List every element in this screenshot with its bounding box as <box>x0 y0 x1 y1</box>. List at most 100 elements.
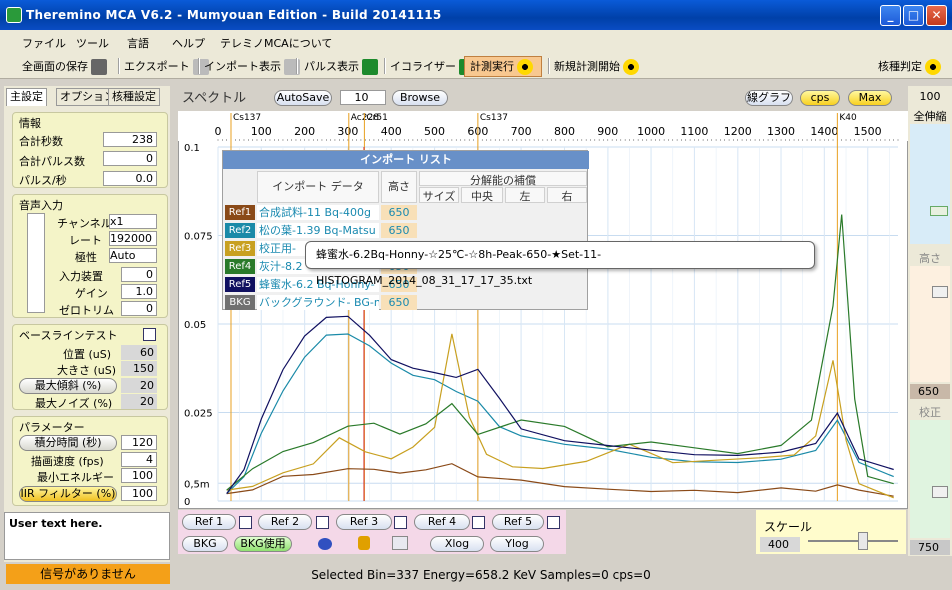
scale-slider-thumb[interactable] <box>858 532 868 550</box>
export-button[interactable]: エクスポート <box>124 57 209 76</box>
ref5-checkbox[interactable] <box>547 516 560 529</box>
rate-value[interactable]: 192000 <box>109 231 157 246</box>
ref2-button[interactable]: Ref 2 <box>258 514 312 530</box>
ylog-button[interactable]: Ylog <box>490 536 544 552</box>
import-view-button[interactable]: インポート表示 <box>204 57 300 76</box>
col-size: サイズ <box>419 187 459 203</box>
ref4-checkbox[interactable] <box>472 516 485 529</box>
ref5-button[interactable]: Ref 5 <box>492 514 544 530</box>
bkg-use-button[interactable]: BKG使用 <box>234 536 292 552</box>
x-tick-label: 100 <box>251 125 272 138</box>
ref-tag[interactable]: BKG <box>225 295 255 310</box>
menu-tools[interactable]: ツール <box>76 35 109 51</box>
integ-value[interactable]: 120 <box>121 435 157 450</box>
maximize-button[interactable]: □ <box>903 5 924 26</box>
new-measure-button[interactable]: 新規計測開始 <box>554 57 639 76</box>
close-button[interactable]: ✕ <box>926 5 947 26</box>
height-slider[interactable] <box>910 266 950 382</box>
max-slope-button[interactable]: 最大傾斜 (%) <box>19 378 117 394</box>
equalizer-button[interactable]: イコライザー <box>390 57 475 76</box>
calib-slider[interactable] <box>910 420 950 538</box>
x-tick-label: 0 <box>215 125 222 138</box>
radiation-icon <box>925 59 941 75</box>
scale-slider-track[interactable] <box>808 540 898 542</box>
ref1-checkbox[interactable] <box>239 516 252 529</box>
x-tick-label: 300 <box>337 125 358 138</box>
x-tick-label: 800 <box>554 125 575 138</box>
pps-label: パルス/秒 <box>19 174 67 187</box>
spectrum-title: スペクトル <box>182 91 247 106</box>
ref1-button[interactable]: Ref 1 <box>182 514 236 530</box>
polarity-label: 極性 <box>75 251 97 264</box>
pps-value: 0.0 <box>103 171 157 186</box>
ref2-checkbox[interactable] <box>316 516 329 529</box>
xlog-button[interactable]: Xlog <box>430 536 484 552</box>
iir-filter-button[interactable]: IIR フィルター (%) <box>19 486 117 502</box>
menu-file[interactable]: ファイル <box>22 35 66 51</box>
paw-icon[interactable] <box>318 538 332 550</box>
channel-value[interactable]: x1 <box>109 214 157 229</box>
integ-time-button[interactable]: 積分時間 (秒) <box>19 435 117 451</box>
pos-value[interactable]: 60 <box>121 345 157 360</box>
zoom-slider-thumb[interactable] <box>930 206 948 216</box>
slope-value[interactable]: 20 <box>121 378 157 393</box>
menu-help[interactable]: ヘルプ <box>172 35 205 51</box>
fps-value[interactable]: 4 <box>121 452 157 467</box>
ref-height[interactable]: 650 <box>381 223 417 238</box>
toolbar: 全画面の保存 エクスポート インポート表示 パルス表示 イコライザー 計測実行 … <box>0 54 952 79</box>
size-value[interactable]: 150 <box>121 361 157 376</box>
min-energy-value[interactable]: 100 <box>121 468 157 483</box>
ref3-checkbox[interactable] <box>394 516 407 529</box>
tab-nuclide[interactable]: 核種設定 <box>108 88 160 106</box>
iir-value[interactable]: 100 <box>121 486 157 501</box>
nuclide-id-button[interactable]: 核種判定 <box>878 57 941 76</box>
audio-group: 音声入力 チャンネル x1 レート 192000 極性 Auto 入力装置 0 … <box>12 194 168 318</box>
browse-button[interactable]: Browse <box>392 90 448 106</box>
lock-icon[interactable] <box>358 536 370 550</box>
title-bar: Theremino MCA V6.2 - Mumyouan Edition - … <box>0 0 952 30</box>
ref4-button[interactable]: Ref 4 <box>414 514 470 530</box>
save-screen-button[interactable]: 全画面の保存 <box>22 57 107 76</box>
ref-tag[interactable]: Ref5 <box>225 277 255 292</box>
ref-tag[interactable]: Ref3 <box>225 241 255 256</box>
ref-tag[interactable]: Ref4 <box>225 259 255 274</box>
line-graph-button[interactable]: 線グラフ <box>745 90 793 106</box>
pulse-view-button[interactable]: パルス表示 <box>304 57 378 76</box>
polarity-value[interactable]: Auto <box>109 248 157 263</box>
ref3-button[interactable]: Ref 3 <box>336 514 392 530</box>
device-value[interactable]: 0 <box>121 267 157 282</box>
bkg-button[interactable]: BKG <box>182 536 228 552</box>
col-compensation: 分解能の補償 <box>419 171 587 187</box>
autosave-interval[interactable]: 10 <box>340 90 386 105</box>
series-line <box>226 463 894 497</box>
info-group: 情報 合計秒数 238 合計パルス数 0 パルス/秒 0.0 <box>12 112 168 188</box>
ref-height[interactable]: 650 <box>381 295 417 310</box>
x-tick-label: 400 <box>381 125 402 138</box>
col-left: 左 <box>505 187 545 203</box>
zero-trim-value[interactable]: 0 <box>121 301 157 316</box>
noise-value[interactable]: 20 <box>121 394 157 409</box>
cps-button[interactable]: cps <box>800 90 840 106</box>
ref-name[interactable]: バックグラウンド- BG-n <box>257 295 379 310</box>
gain-value[interactable]: 1.0 <box>121 284 157 299</box>
calib-slider-thumb[interactable] <box>932 486 948 498</box>
user-text-area[interactable]: User text here. <box>4 512 170 560</box>
ref-tag[interactable]: Ref2 <box>225 223 255 238</box>
baseline-checkbox[interactable] <box>143 328 156 341</box>
ref-name[interactable]: 松の葉-1.39 Bq-Matsu <box>257 223 379 238</box>
ref-tag[interactable]: Ref1 <box>225 205 255 220</box>
calendar-icon[interactable] <box>392 536 408 550</box>
ref-height[interactable]: 650 <box>381 205 417 220</box>
menu-about[interactable]: テレミノMCAについて <box>220 35 332 51</box>
minimize-button[interactable]: _ <box>880 5 901 26</box>
zoom-slider[interactable] <box>910 124 950 244</box>
max-button[interactable]: Max <box>848 90 892 106</box>
autosave-button[interactable]: AutoSave <box>274 90 332 106</box>
window-title: Theremino MCA V6.2 - Mumyouan Edition - … <box>26 8 442 22</box>
run-measure-button[interactable]: 計測実行 <box>470 57 533 76</box>
scale-box: スケール 400 <box>756 510 906 554</box>
menu-language[interactable]: 言語 <box>127 35 149 51</box>
tab-main[interactable]: 主設定 <box>6 88 47 106</box>
height-slider-thumb[interactable] <box>932 286 948 298</box>
ref-name[interactable]: 合成試料-11 Bq-400g <box>257 205 379 220</box>
